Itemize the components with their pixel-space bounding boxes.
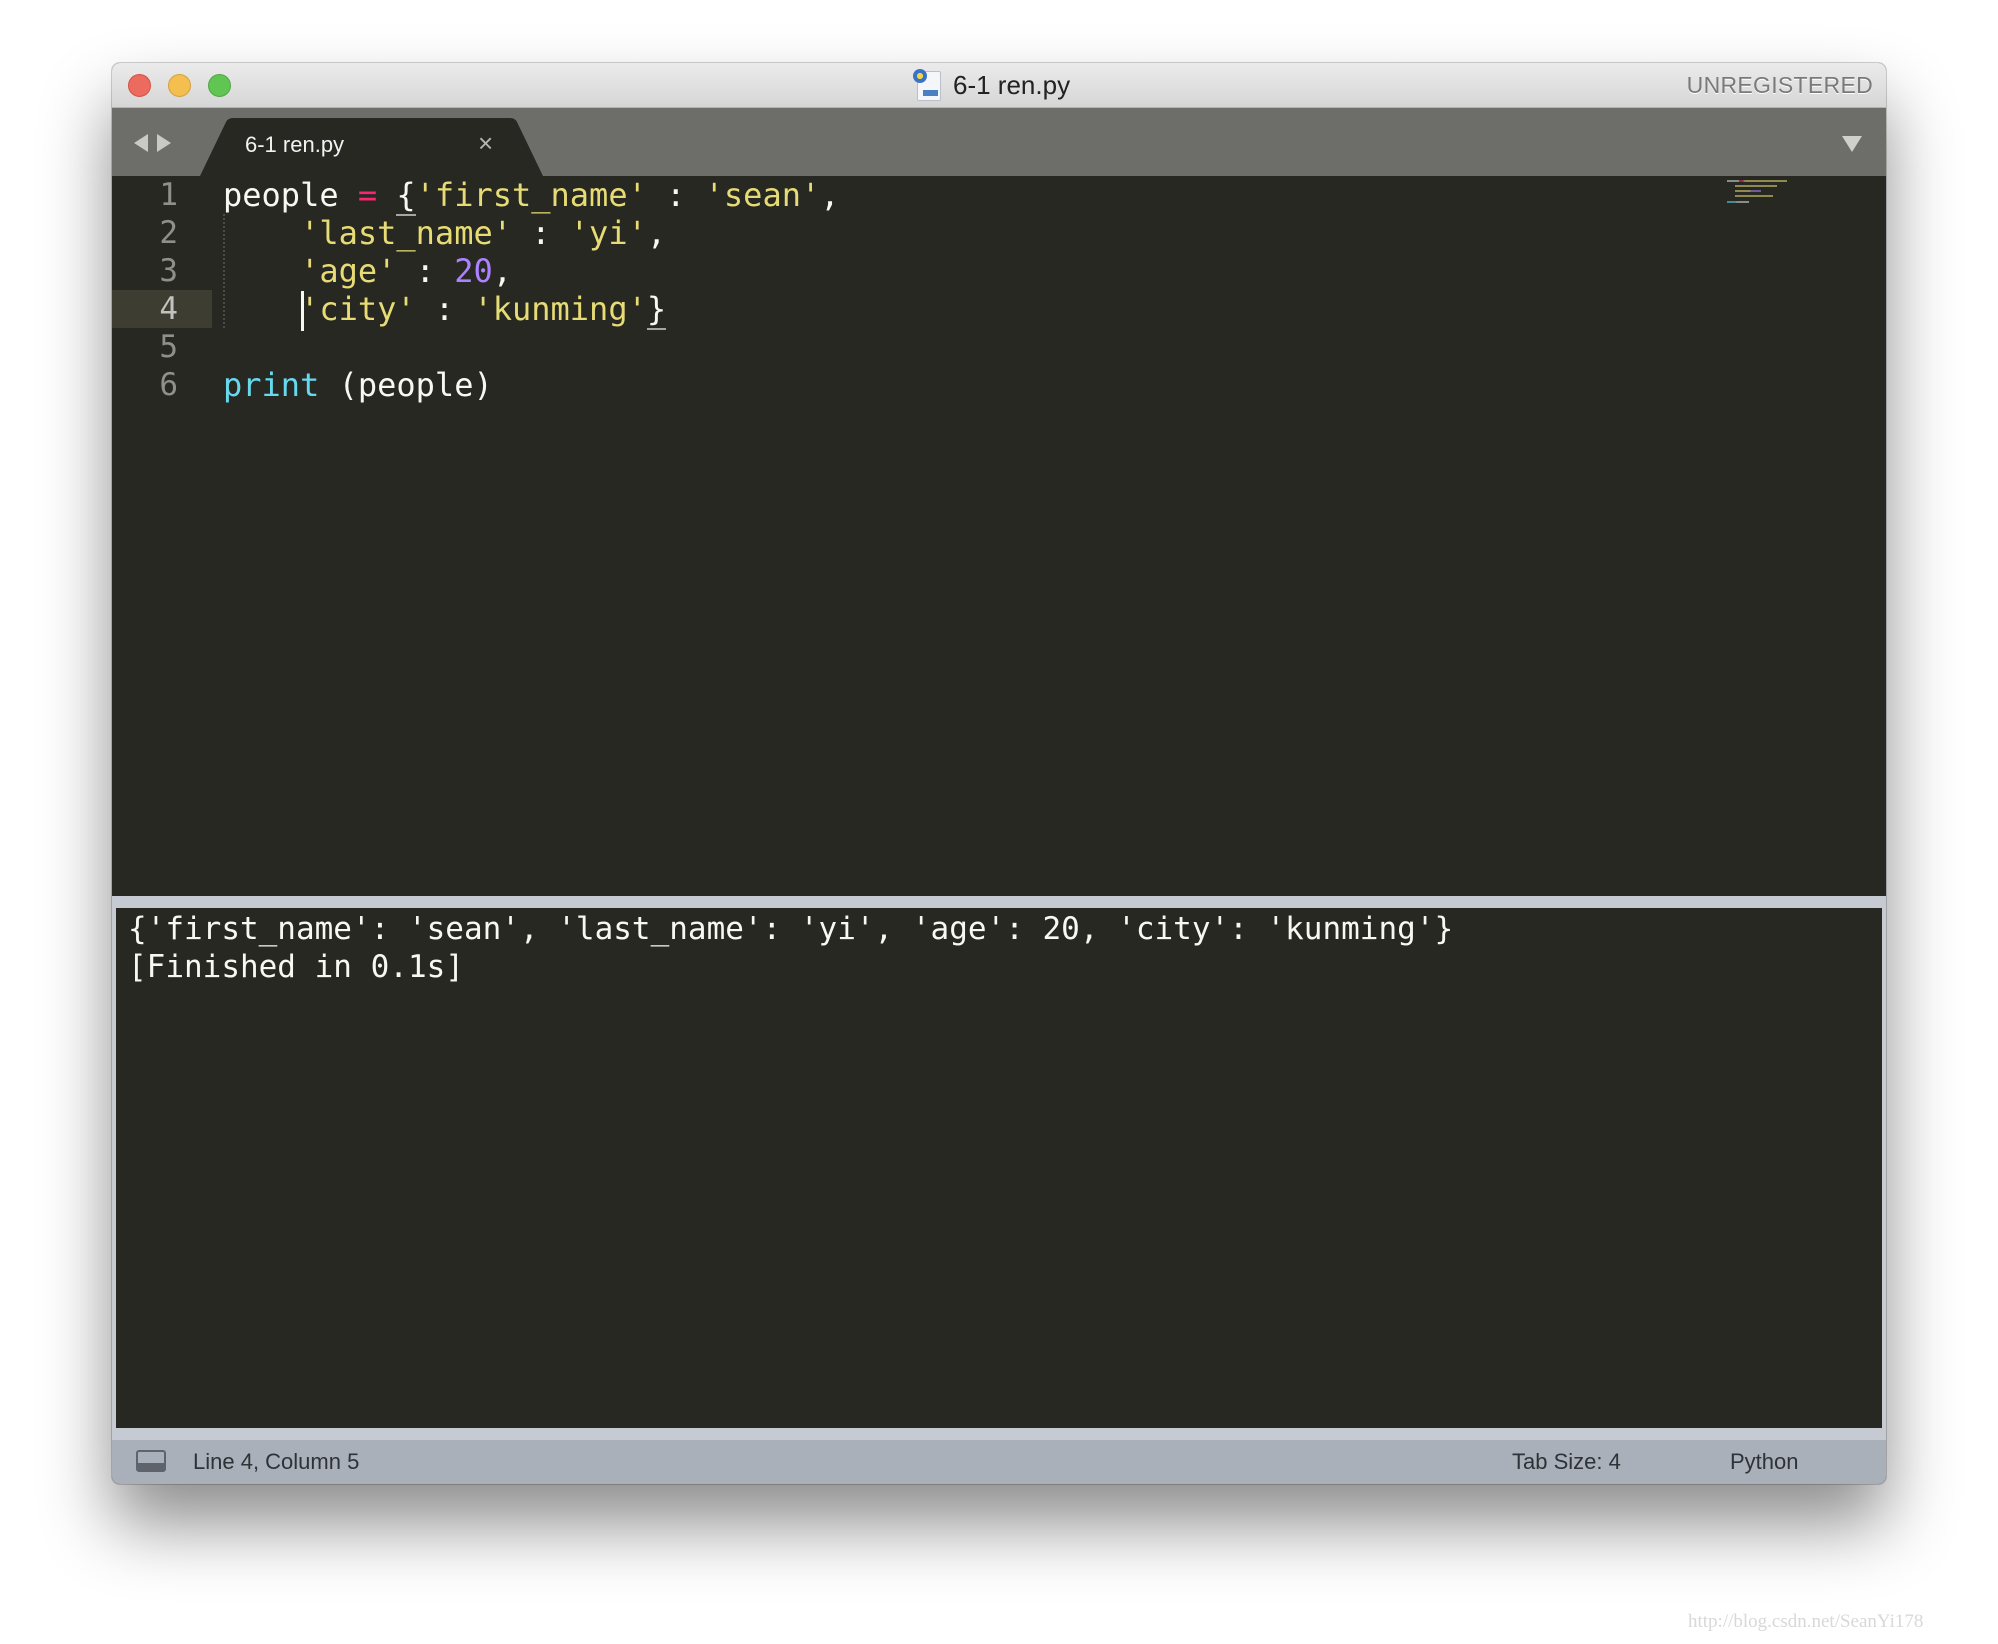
zoom-window-button[interactable] [208, 74, 231, 97]
line-number: 6 [159, 367, 178, 403]
tab-label: 6-1 ren.py [245, 132, 345, 157]
line-number: 4 [159, 291, 178, 327]
toggle-panel-icon[interactable] [136, 1450, 166, 1472]
code-line-1: 1 people = {'first_name' : 'sean', [112, 176, 1886, 216]
tab-bar: 6-1 ren.py × [112, 108, 1886, 176]
window-title-text: 6-1 ren.py [953, 69, 1071, 100]
text-cursor [301, 291, 304, 331]
output-panel-splitter[interactable] [112, 896, 1886, 908]
code-text: people = {'first_name' : 'sean', [223, 176, 840, 216]
syntax-selector[interactable]: Python [1730, 1449, 1799, 1475]
sublime-text-window: 6-1 ren.py UNREGISTERED 6-1 ren.py × 1 p… [112, 63, 1886, 1484]
code-text: 'last_name' : 'yi', [300, 214, 667, 252]
close-tab-icon[interactable]: × [478, 130, 493, 156]
matched-brace: } [646, 290, 667, 330]
cursor-position: Line 4, Column 5 [193, 1449, 360, 1474]
code-text: 'age' : 20, [300, 252, 512, 290]
code-line-6: 6 print (people) [112, 366, 1886, 404]
unregistered-label: UNREGISTERED [1686, 72, 1873, 98]
line-number: 1 [159, 177, 178, 213]
code-line-2: 2 'last_name' : 'yi', [112, 214, 1886, 252]
code-line-4-current: 4 'city' : 'kunming'} [112, 290, 1886, 330]
line-number: 2 [159, 215, 178, 251]
tab-list-dropdown-icon[interactable] [1842, 136, 1862, 152]
close-window-button[interactable] [128, 74, 151, 97]
line-number: 3 [159, 253, 178, 289]
matched-brace: { [396, 176, 416, 216]
watermark: http://blog.csdn.net/SeanYi178 [1688, 1611, 1924, 1632]
code-editor[interactable]: 1 people = {'first_name' : 'sean', 2 'la… [112, 176, 1886, 896]
previous-tab-arrow-icon[interactable] [134, 134, 148, 152]
status-bar: Line 4, Column 5 Tab Size: 4 Python [112, 1440, 1886, 1484]
code-line-5: 5 [112, 328, 1886, 366]
window-title: 6-1 ren.py [913, 69, 1070, 101]
title-bar: 6-1 ren.py UNREGISTERED [112, 63, 1886, 108]
minimap[interactable] [1727, 180, 1797, 206]
code-text: 'city' : 'kunming'} [300, 290, 667, 330]
tab-navigation [134, 134, 171, 152]
code-text: print (people) [223, 366, 493, 404]
output-line: {'first_name': 'sean', 'last_name': 'yi'… [128, 911, 1454, 947]
minimize-window-button[interactable] [168, 74, 191, 97]
next-tab-arrow-icon[interactable] [157, 134, 171, 152]
line-number: 5 [159, 329, 178, 365]
output-line: [Finished in 0.1s] [128, 949, 464, 985]
build-output-panel: {'first_name': 'sean', 'last_name': 'yi'… [112, 908, 1886, 1440]
python-file-icon [913, 69, 943, 101]
tab-size-selector[interactable]: Tab Size: 4 [1512, 1449, 1621, 1475]
code-line-3: 3 'age' : 20, [112, 252, 1886, 290]
build-output-console[interactable]: {'first_name': 'sean', 'last_name': 'yi'… [116, 908, 1882, 1428]
tab-6-1-ren-py[interactable]: 6-1 ren.py × [200, 118, 543, 176]
